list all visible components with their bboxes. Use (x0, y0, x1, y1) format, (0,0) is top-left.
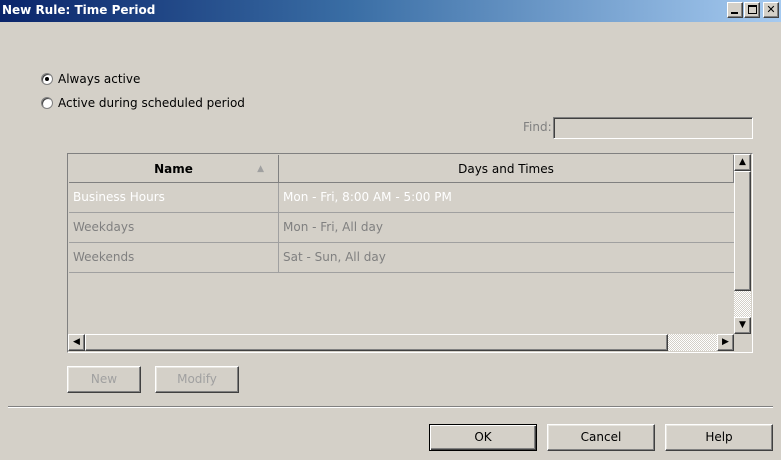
scheduled-period-label[interactable]: Active during scheduled period (58, 96, 245, 110)
horizontal-scrollbar[interactable]: ◀ ▶ (68, 334, 734, 352)
cancel-button[interactable]: Cancel (547, 424, 655, 451)
arrow-up-icon: ▲ (739, 157, 746, 167)
horizontal-scroll-thumb[interactable] (85, 334, 668, 351)
arrow-right-icon: ▶ (722, 337, 729, 347)
find-label: Find: (523, 120, 552, 134)
new-button[interactable]: New (67, 366, 141, 393)
minimize-icon (731, 12, 738, 14)
window-controls: ✕ (726, 2, 779, 20)
cell-days: Mon - Fri, All day (283, 220, 383, 234)
close-button[interactable]: ✕ (763, 2, 779, 18)
modify-button[interactable]: Modify (155, 366, 239, 393)
scroll-right-button[interactable]: ▶ (717, 334, 734, 351)
table-body: Name ▲ Days and Times Business Hours Mon… (69, 155, 734, 334)
scheduled-period-radio[interactable] (41, 97, 53, 109)
cell-name: Weekdays (69, 213, 279, 242)
always-active-option[interactable]: Always active (41, 72, 140, 86)
time-period-table: Name ▲ Days and Times Business Hours Mon… (67, 153, 753, 353)
window-title: New Rule: Time Period (2, 3, 156, 17)
column-header-days[interactable]: Days and Times (279, 155, 734, 183)
vertical-scrollbar[interactable]: ▲ ▼ (734, 154, 752, 334)
close-icon: ✕ (766, 3, 776, 16)
table-row[interactable]: Weekdays Mon - Fri, All day (69, 213, 734, 243)
scroll-down-button[interactable]: ▼ (734, 317, 751, 334)
cell-days: Mon - Fri, 8:00 AM - 5:00 PM (283, 190, 452, 204)
column-header-name[interactable]: Name ▲ (69, 155, 279, 183)
footer-separator (8, 406, 773, 408)
find-input[interactable] (553, 117, 753, 139)
column-header-days-label: Days and Times (458, 162, 554, 176)
table-row[interactable]: Business Hours Mon - Fri, 8:00 AM - 5:00… (69, 183, 734, 213)
maximize-button[interactable] (744, 2, 760, 18)
scroll-up-button[interactable]: ▲ (734, 154, 751, 171)
arrow-down-icon: ▼ (739, 320, 746, 330)
arrow-left-icon: ◀ (73, 337, 80, 347)
always-active-radio[interactable] (41, 73, 53, 85)
minimize-button[interactable] (727, 2, 743, 18)
title-bar: New Rule: Time Period ✕ (0, 0, 781, 22)
table-row[interactable]: Weekends Sat - Sun, All day (69, 243, 734, 273)
sort-ascending-icon: ▲ (257, 164, 264, 174)
scroll-left-button[interactable]: ◀ (68, 334, 85, 351)
help-button[interactable]: Help (665, 424, 773, 451)
vertical-scroll-track[interactable] (734, 291, 751, 317)
always-active-label[interactable]: Always active (58, 72, 140, 86)
horizontal-scroll-track[interactable] (668, 334, 717, 351)
scheduled-period-option[interactable]: Active during scheduled period (41, 96, 245, 110)
cell-days: Sat - Sun, All day (283, 250, 386, 264)
maximize-icon (748, 5, 757, 14)
cell-name: Weekends (69, 243, 279, 272)
ok-button[interactable]: OK (429, 424, 537, 451)
vertical-scroll-thumb[interactable] (734, 171, 751, 291)
cell-name: Business Hours (69, 183, 279, 212)
column-header-name-label: Name (154, 162, 193, 176)
